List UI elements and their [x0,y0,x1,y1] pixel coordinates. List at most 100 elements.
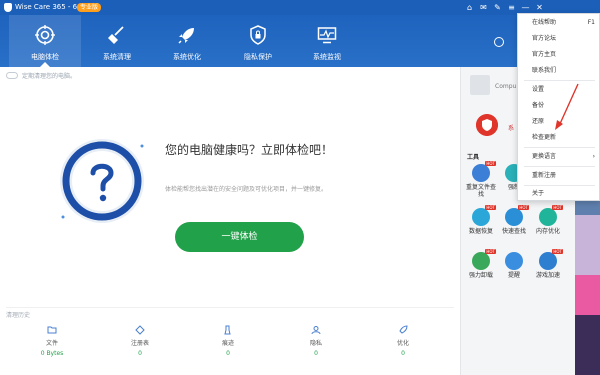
tab-system-clean[interactable]: 系统清理 [81,15,153,67]
health-check-panel: 定期清理您的电脑。 您的电脑健康吗？立即体检吧！ 体检能帮您找出潜在的安全问题及… [0,67,460,375]
subtext: 体检能帮您找出潜在的安全问题及可优化项目，并一键修复。 [165,186,328,193]
menu-divider [524,80,595,81]
stat-label: 隐私 [309,340,322,347]
menu-item-contact[interactable]: 联系我们 [518,64,600,78]
tool-reminder[interactable]: 提醒 [498,252,530,279]
menu-item-about[interactable]: 关于 [518,187,600,201]
game-rocket-icon [539,252,557,270]
computer-name: Compu [495,83,517,90]
tab-label: 系统监视 [313,53,341,61]
stat-optimize: 优化 0 [373,325,433,357]
protection-label: 系 [508,125,515,132]
bell-icon [505,252,523,270]
stat-value: 0 [138,350,142,357]
hot-badge: HOT [552,205,563,210]
tool-label: 重复文件查找 [465,184,496,198]
hot-badge: HOT [552,249,563,254]
tool-duplicate-finder[interactable]: HOT 重复文件查找 [465,161,497,198]
menu-item-homepage[interactable]: 官方主页 [518,48,600,62]
hot-badge: HOT [485,205,496,210]
lock-icon [250,25,266,45]
stat-value: 0 [226,350,230,357]
stat-files: 文件 0 Bytes [22,325,82,357]
account-icon[interactable] [494,37,504,47]
feedback-icon[interactable]: ✎ [491,0,504,15]
tab-system-monitor[interactable]: 系统监视 [291,15,363,67]
monitor-icon [317,27,337,44]
app-logo-icon [4,3,12,12]
stat-value: 0 [401,350,405,357]
main-header: 电脑体检 系统清理 系统优化 隐私保护 系统监视 [0,15,600,67]
tool-label: 快速查找 [501,228,526,235]
uninstall-icon [472,252,490,270]
tool-label: 提醒 [507,272,520,279]
tab-health-check[interactable]: 电脑体检 [9,15,81,67]
clean-history-title: 清理历史 [6,312,31,319]
message-icon[interactable]: ✉ [477,0,490,15]
privacy-icon [311,326,321,335]
one-click-check-button[interactable]: 一键体检 [175,222,304,252]
tool-label: 数据恢复 [468,228,493,235]
broom-icon [108,26,124,44]
duplicate-file-icon [472,164,490,182]
question-mark-icon [60,139,144,223]
search-icon [505,208,523,226]
tab-system-optimize[interactable]: 系统优化 [151,15,223,67]
menu-divider [524,185,595,186]
menu-item-check-update[interactable]: 检查更新 [518,131,600,145]
memory-icon [539,208,557,226]
tool-label: 游戏加速 [535,272,560,279]
stat-label: 痕迹 [221,340,234,347]
rocket-small-icon [399,325,408,334]
tab-label: 系统优化 [173,53,201,61]
health-check-icon [35,25,55,45]
hot-badge: HOT [485,161,496,166]
shield-icon[interactable] [476,114,498,136]
divider [6,307,454,308]
tab-label: 隐私保护 [244,53,272,61]
rocket-icon [178,28,194,44]
menu-item-forum[interactable]: 官方论坛 [518,32,600,46]
hot-badge: HOT [485,249,496,254]
menu-divider [524,166,595,167]
title-bar: Wise Care 365 - 6.1.2 专业版 ⌂ ✉ ✎ ≡ — ✕ [0,0,600,15]
stat-value: 0 [314,350,318,357]
skin-icon[interactable]: ⌂ [463,0,476,15]
menu-divider [524,147,595,148]
edition-badge: 专业版 [77,3,102,12]
tab-label: 电脑体检 [31,53,59,61]
avatar [470,75,490,95]
tab-privacy[interactable]: 隐私保护 [222,15,294,67]
auto-clean-toggle[interactable] [6,72,18,79]
stat-value: 0 Bytes [40,350,64,357]
tip-text: 定期清理您的电脑。 [22,73,77,80]
registry-icon [135,325,145,335]
annotation-arrow-icon [555,83,579,130]
data-recovery-icon [472,208,490,226]
stat-label: 注册表 [130,340,149,347]
stat-privacy: 隐私 0 [286,325,346,357]
tool-force-uninstall[interactable]: HOT 强力卸载 [465,249,497,279]
tool-data-recovery[interactable]: HOT 数据恢复 [465,205,497,235]
tool-quick-search[interactable]: HOT 快速查找 [498,205,530,235]
tool-memory-optimize[interactable]: HOT 内存优化 [532,205,564,235]
stat-traces: 痕迹 0 [198,325,258,357]
brush-icon [224,325,231,335]
stat-label: 文件 [45,340,58,347]
tab-label: 系统清理 [103,53,131,61]
folder-icon [47,326,57,334]
shortcut-key: F1 [587,19,595,26]
menu-item-online-help[interactable]: 在线帮助 F1 [518,16,600,30]
menu-item-language[interactable]: 更换语言 › [518,150,600,164]
chevron-right-icon: › [592,153,595,160]
tools-title: 工具 [467,154,480,161]
tool-game-boost[interactable]: HOT 游戏加速 [532,249,564,279]
menu-item-reregister[interactable]: 重新注册 [518,169,600,183]
auto-clean-toggle-row: 定期清理您的电脑。 [6,71,76,80]
stat-registry: 注册表 0 [110,325,170,357]
headline: 您的电脑健康吗？立即体检吧！ [165,143,334,157]
stat-label: 优化 [396,340,409,347]
tool-label: 内存优化 [535,228,560,235]
tool-label: 强力卸载 [468,272,493,279]
hot-badge: HOT [518,205,529,210]
